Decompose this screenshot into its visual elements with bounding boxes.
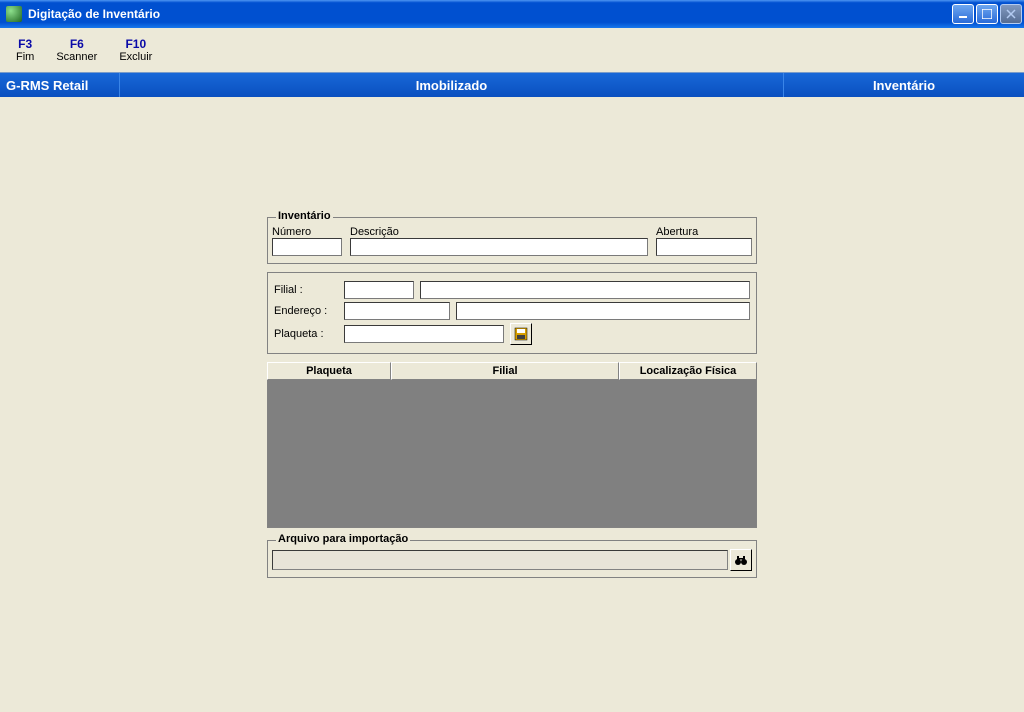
legend-import: Arquivo para importação	[276, 533, 410, 545]
table-header: Plaqueta Filial Localização Física	[267, 362, 757, 380]
label-endereco: Endereço :	[274, 305, 338, 317]
toolbar-label: Excluir	[119, 51, 152, 63]
label-descricao: Descrição	[350, 226, 648, 238]
minimize-icon	[958, 9, 968, 19]
app-icon	[6, 6, 22, 22]
toolbar-key: F6	[70, 37, 84, 51]
input-abertura[interactable]	[656, 238, 752, 256]
input-endereco-code[interactable]	[344, 302, 450, 320]
toolbar-fim[interactable]: F3 Fim	[6, 35, 44, 65]
toolbar: F3 Fim F6 Scanner F10 Excluir	[0, 28, 1024, 73]
label-abertura: Abertura	[656, 226, 752, 238]
input-plaqueta[interactable]	[344, 325, 504, 343]
fieldset-inventario: Inventário Número Descrição Abertura	[267, 217, 757, 264]
input-descricao[interactable]	[350, 238, 648, 256]
minimize-button[interactable]	[952, 4, 974, 24]
input-import-path[interactable]	[272, 550, 728, 570]
close-button	[1000, 4, 1022, 24]
table-body[interactable]	[267, 380, 757, 528]
content-area: Inventário Número Descrição Abertura F	[0, 97, 1024, 586]
toolbar-scanner[interactable]: F6 Scanner	[46, 35, 107, 65]
th-filial[interactable]: Filial	[391, 362, 619, 380]
nav-brand[interactable]: G-RMS Retail	[0, 73, 120, 97]
toolbar-label: Scanner	[56, 51, 97, 63]
th-plaqueta[interactable]: Plaqueta	[267, 362, 391, 380]
fieldset-details: Filial : Endereço : Plaqueta :	[267, 272, 757, 354]
label-numero: Número	[272, 226, 342, 238]
titlebar-left: Digitação de Inventário	[6, 6, 160, 22]
fieldset-import: Arquivo para importação	[267, 540, 757, 578]
label-filial: Filial :	[274, 284, 338, 296]
toolbar-excluir[interactable]: F10 Excluir	[109, 35, 162, 65]
binoculars-icon	[734, 553, 748, 567]
maximize-icon	[982, 9, 992, 19]
browse-button[interactable]	[730, 549, 752, 571]
data-table: Plaqueta Filial Localização Física	[267, 362, 757, 528]
navbar: G-RMS Retail Imobilizado Inventário	[0, 73, 1024, 97]
label-plaqueta: Plaqueta :	[274, 328, 338, 340]
toolbar-label: Fim	[16, 51, 34, 63]
window-titlebar: Digitação de Inventário	[0, 0, 1024, 28]
input-filial-code[interactable]	[344, 281, 414, 299]
window-title: Digitação de Inventário	[28, 7, 160, 21]
nav-section[interactable]: Inventário	[784, 73, 1024, 97]
toolbar-key: F3	[18, 37, 32, 51]
close-icon	[1006, 9, 1016, 19]
input-filial-name[interactable]	[420, 281, 750, 299]
form-area: Inventário Número Descrição Abertura F	[267, 217, 757, 586]
toolbar-key: F10	[125, 37, 146, 51]
input-endereco-name[interactable]	[456, 302, 750, 320]
window-controls	[952, 4, 1022, 24]
th-localizacao[interactable]: Localização Física	[619, 362, 757, 380]
save-button[interactable]	[510, 323, 532, 345]
maximize-button[interactable]	[976, 4, 998, 24]
save-icon	[514, 327, 528, 341]
legend-inventario: Inventário	[276, 210, 333, 222]
input-numero[interactable]	[272, 238, 342, 256]
nav-module[interactable]: Imobilizado	[120, 73, 784, 97]
